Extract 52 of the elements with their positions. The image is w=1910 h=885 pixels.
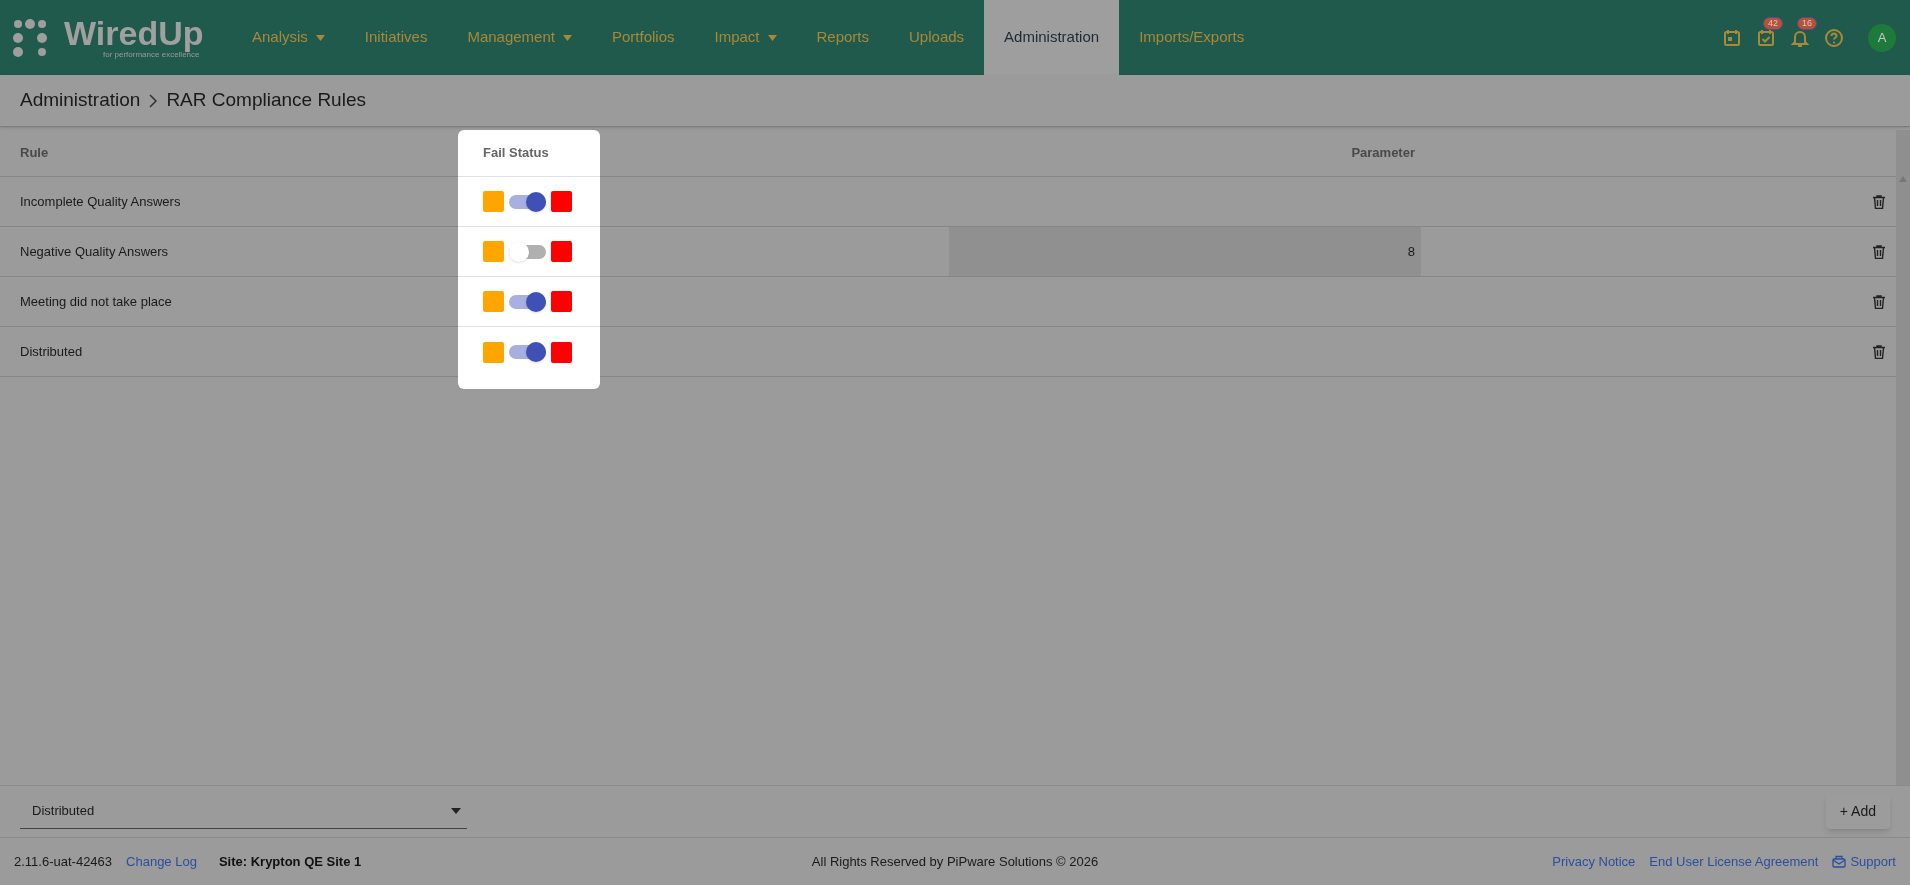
user-avatar[interactable]: A	[1868, 23, 1896, 52]
trash-icon[interactable]	[1873, 344, 1885, 359]
nav-tab[interactable]: Analysis	[232, 0, 345, 75]
table-cell-text: Incomplete Quality Answers	[20, 192, 181, 211]
column-header: Parameter	[1351, 144, 1415, 163]
table-cell-text: Meeting did not take place	[20, 292, 172, 311]
fail-status-swatch	[551, 241, 572, 262]
table-cell-text: Negative Quality Answers	[20, 242, 169, 261]
parameter-field[interactable]: 8	[949, 227, 1421, 276]
column-header: Rule	[20, 144, 49, 163]
toggle-switch[interactable]	[509, 345, 546, 359]
version-text: 2.11.6-uat-42463	[14, 852, 113, 871]
nav-tab[interactable]: Administration	[984, 0, 1120, 75]
footer-link[interactable]: End User License Agreement	[1649, 851, 1819, 872]
fail-status-swatch	[551, 341, 572, 363]
breadcrumb-link[interactable]: Administration	[20, 86, 141, 115]
change-log-link[interactable]: Change Log	[126, 851, 197, 872]
chevron-right-icon	[148, 93, 159, 108]
copyright-text: All Rights Reserved by PiPware Solutions © 2026	[811, 852, 1099, 871]
add-button[interactable]: + Add	[1825, 794, 1890, 829]
logo-text: WiredUp	[64, 15, 204, 50]
page-title: RAR Compliance Rules	[166, 88, 366, 113]
footer-link[interactable]: Privacy Notice	[1552, 851, 1636, 872]
nav-tab[interactable]: Impact	[694, 0, 797, 75]
nav-tab[interactable]: Uploads	[889, 0, 985, 75]
warning-status-swatch	[483, 241, 504, 262]
column-header: Fail Status	[483, 144, 549, 163]
warning-status-swatch	[483, 341, 504, 363]
warning-status-swatch	[483, 191, 504, 212]
nav-tab[interactable]: Initiatives	[344, 0, 448, 75]
rule-select[interactable]: Distributed	[20, 794, 467, 829]
warning-status-swatch	[483, 291, 504, 312]
fail-status-swatch	[551, 191, 572, 212]
table-cell-text: Distributed	[20, 342, 83, 361]
nav-tab[interactable]: Portfolios	[591, 0, 695, 75]
nav-tab[interactable]: Reports	[796, 0, 890, 75]
calendar-check-icon[interactable]	[1756, 27, 1776, 48]
site-label: Site: Krypton QE Site 1	[218, 852, 362, 871]
toggle-switch[interactable]	[509, 244, 546, 259]
fail-status-swatch	[551, 291, 572, 312]
toggle-switch[interactable]	[509, 194, 546, 209]
trash-icon[interactable]	[1873, 244, 1885, 259]
trash-icon[interactable]	[1873, 294, 1885, 309]
count-badge: 42	[1763, 16, 1783, 30]
nav-tab[interactable]: Management	[447, 0, 592, 75]
mail-icon	[1832, 855, 1847, 868]
nav-tab[interactable]: Imports/Exports	[1119, 0, 1265, 75]
count-badge: 16	[1797, 16, 1817, 30]
trash-icon[interactable]	[1873, 194, 1885, 209]
support-link[interactable]: Support	[1832, 851, 1896, 872]
toggle-switch[interactable]	[509, 294, 546, 309]
dropdown-caret-icon	[451, 808, 461, 814]
